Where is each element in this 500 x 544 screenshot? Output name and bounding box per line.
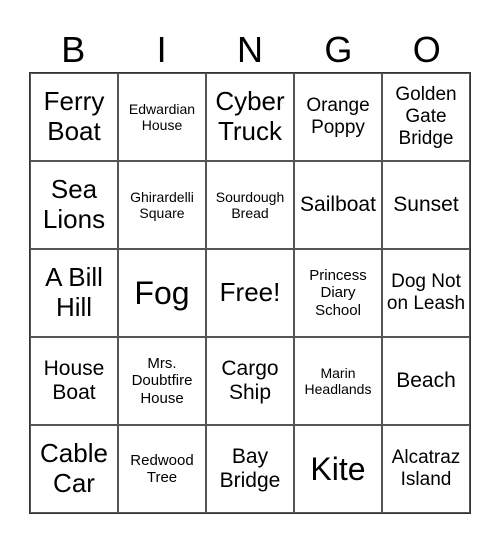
header-letter-i: I [156, 29, 167, 70]
bingo-cell[interactable]: Fog [118, 249, 206, 337]
bingo-cell[interactable]: Ferry Boat [30, 73, 118, 161]
header-letter-b: B [61, 29, 86, 70]
bingo-cell[interactable]: Bay Bridge [206, 425, 294, 513]
bingo-cell[interactable]: Golden Gate Bridge [382, 73, 470, 161]
bingo-cell[interactable]: Orange Poppy [294, 73, 382, 161]
bingo-cell[interactable]: Sea Lions [30, 161, 118, 249]
bingo-cell[interactable]: Ghirardelli Square [118, 161, 206, 249]
bingo-cell[interactable]: Cargo Ship [206, 337, 294, 425]
bingo-cell[interactable]: Sailboat [294, 161, 382, 249]
header-letter-n: N [236, 29, 263, 70]
bingo-cell[interactable]: Alcatraz Island [382, 425, 470, 513]
bingo-cell[interactable]: Cable Car [30, 425, 118, 513]
header-letter-o: O [412, 29, 441, 70]
bingo-cell[interactable]: Sourdough Bread [206, 161, 294, 249]
bingo-cell[interactable]: Edwardian House [118, 73, 206, 161]
bingo-cell[interactable]: Sunset [382, 161, 470, 249]
bingo-cell[interactable]: Kite [294, 425, 382, 513]
free-space[interactable]: Free! [206, 249, 294, 337]
bingo-cell[interactable]: House Boat [30, 337, 118, 425]
bingo-header: B I N G O [29, 28, 471, 72]
bingo-cell[interactable]: Marin Headlands [294, 337, 382, 425]
bingo-grid: Ferry Boat Edwardian House Cyber Truck O… [29, 72, 471, 514]
bingo-cell[interactable]: Mrs. Doubtfire House [118, 337, 206, 425]
bingo-cell[interactable]: Cyber Truck [206, 73, 294, 161]
bingo-cell[interactable]: A Bill Hill [30, 249, 118, 337]
bingo-cell[interactable]: Princess Diary School [294, 249, 382, 337]
bingo-cell[interactable]: Beach [382, 337, 470, 425]
bingo-cell[interactable]: Dog Not on Leash [382, 249, 470, 337]
header-letter-g: G [324, 29, 353, 70]
bingo-cell[interactable]: Redwood Tree [118, 425, 206, 513]
